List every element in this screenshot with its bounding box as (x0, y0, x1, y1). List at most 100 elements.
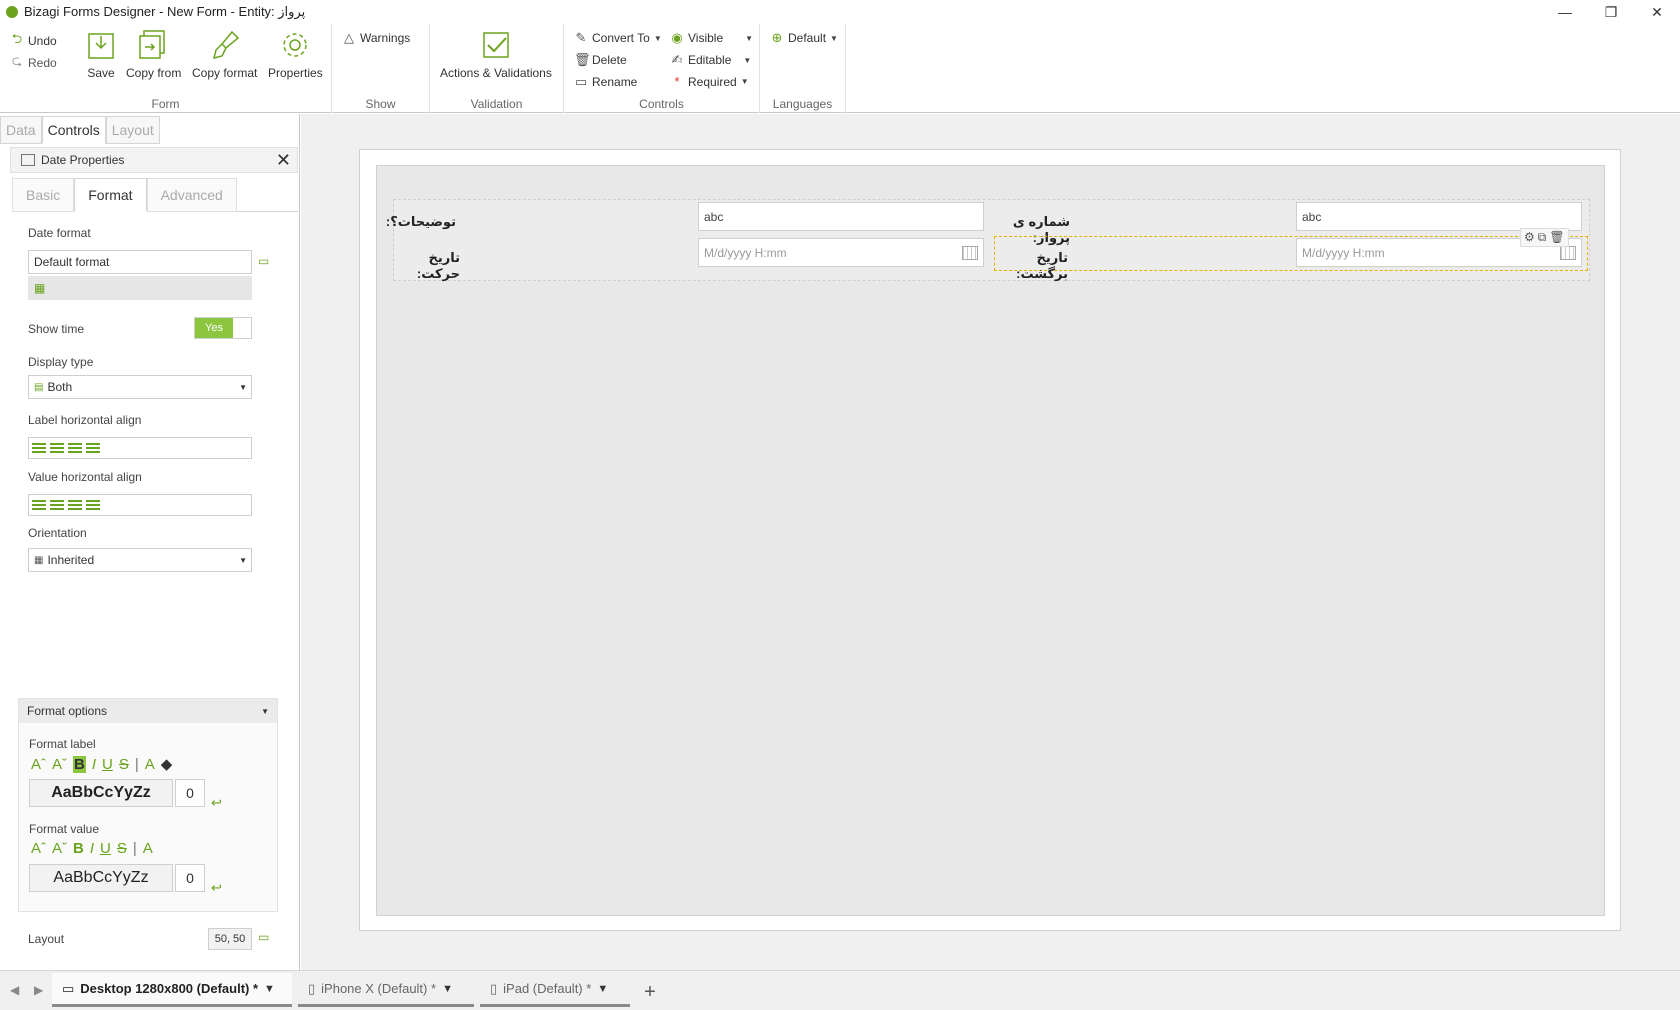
delete-button[interactable]: 🗑 Delete (574, 52, 627, 68)
align-left-icon[interactable] (32, 500, 46, 510)
actions-validations-button[interactable]: Actions & Validations (440, 28, 552, 80)
value-size-input[interactable]: 0 (175, 864, 205, 892)
form-canvas: توضیحات؟: abc شماره ی پرواز: abc تاریخ ح… (301, 114, 1680, 970)
scroll-right-icon[interactable]: ▶ (34, 983, 43, 997)
editable-button[interactable]: ✍ Editable ▼ (670, 52, 752, 68)
date-format-label: Date format (28, 226, 91, 240)
strikethrough-icon[interactable]: S (119, 756, 129, 773)
gear-icon[interactable]: ⚙ (1524, 230, 1535, 245)
show-time-toggle[interactable]: Yes (194, 317, 252, 339)
close-window-button[interactable]: ✕ (1634, 0, 1680, 24)
underline-icon[interactable]: U (102, 756, 113, 773)
align-center-icon[interactable] (50, 500, 64, 510)
value-align-label: Value horizontal align (28, 470, 142, 484)
edit-icon: ✍ (671, 52, 683, 67)
ribbon-group-validation: Actions & Validations Validation (430, 24, 564, 113)
italic-icon[interactable]: I (92, 756, 96, 773)
align-justify-icon[interactable] (86, 500, 100, 510)
align-right-icon[interactable] (68, 500, 82, 510)
bold-icon[interactable]: B (73, 755, 86, 773)
edit-layout-icon[interactable]: ▭ (258, 930, 269, 944)
ribbon-group-show: △ Warnings Show (332, 24, 430, 113)
layout-value-input[interactable]: 50, 50 (208, 928, 252, 950)
scroll-left-icon[interactable]: ◀ (10, 983, 19, 997)
field-input-description[interactable]: abc (698, 202, 984, 231)
reset-icon[interactable]: ↩ (211, 880, 222, 896)
format-options-panel: Format options ▼ Format label Aˆ Aˇ B I … (18, 698, 278, 912)
ribbon-group-label: Form (151, 97, 180, 111)
label-size-input[interactable]: 0 (175, 779, 205, 807)
checkmark-icon (481, 28, 511, 62)
font-color-icon[interactable]: A (145, 756, 155, 773)
date-format-input[interactable]: Default format (28, 250, 252, 274)
field-input-departure-date[interactable]: M/d/yyyy H:mm (698, 238, 984, 267)
add-device-button[interactable]: + (634, 979, 666, 1005)
calendar-icon[interactable] (1560, 246, 1576, 260)
tab-format[interactable]: Format (74, 178, 147, 212)
orientation-label: Orientation (28, 526, 87, 540)
dropdown-arrow-icon: ▼ (830, 33, 838, 43)
properties-button[interactable]: Properties (268, 28, 323, 80)
orientation-select[interactable]: ▦ Inherited ▼ (28, 548, 252, 572)
underline-icon[interactable]: U (100, 840, 111, 857)
tab-ipad[interactable]: ▯ iPad (Default) * ▼ (480, 973, 630, 1007)
undo-button[interactable]: ⮌ Undo (10, 30, 57, 52)
save-button[interactable]: Save (86, 28, 116, 80)
fill-color-icon[interactable]: ◆ (161, 755, 173, 773)
language-default-button[interactable]: ⊕ Default ▼ (770, 30, 838, 46)
italic-icon[interactable]: I (90, 840, 94, 857)
chevron-down-icon[interactable]: ▼ (264, 983, 275, 995)
chevron-down-icon[interactable]: ▼ (442, 983, 453, 995)
redo-icon: ⮎ (11, 53, 23, 68)
redo-button[interactable]: ⮎ Redo (10, 52, 57, 74)
font-color-icon[interactable]: A (143, 840, 153, 857)
tab-basic[interactable]: Basic (12, 178, 75, 212)
copy-format-button[interactable]: Copy format (192, 28, 257, 80)
close-icon[interactable]: ✕ (276, 150, 291, 171)
reset-icon[interactable]: ↩ (211, 795, 222, 811)
calendar-icon[interactable] (962, 246, 978, 260)
panel-tabs: Data Controls Layout (0, 116, 160, 144)
ribbon-group-form: ⮌ Undo ⮎ Redo Save Copy from Copy format (0, 24, 332, 113)
ribbon-group-controls: ✎ Convert To ▼ 🗑 Delete ▭ Rename ◉ Visib… (564, 24, 760, 113)
tab-layout[interactable]: Layout (105, 116, 160, 144)
calendar-icon (21, 154, 35, 166)
visible-button[interactable]: ◉ Visible ▼ (670, 30, 753, 46)
rename-button[interactable]: ▭ Rename (574, 74, 638, 90)
edit-format-icon[interactable]: ▭ (258, 254, 269, 268)
trash-icon[interactable]: 🗑 (1549, 230, 1564, 245)
align-justify-icon[interactable] (86, 443, 100, 453)
tab-desktop[interactable]: ▭ Desktop 1280x800 (Default) * ▼ (52, 973, 292, 1007)
font-shrink-icon[interactable]: Aˇ (52, 840, 67, 857)
convert-to-button[interactable]: ✎ Convert To ▼ (574, 30, 662, 46)
duplicate-icon[interactable]: ⧉ (1538, 230, 1547, 245)
toolbar-divider: | (132, 840, 137, 857)
tab-iphone[interactable]: ▯ iPhone X (Default) * ▼ (298, 973, 474, 1007)
field-input-flight-number[interactable]: abc (1296, 202, 1582, 231)
orientation-icon: ▦ (34, 554, 44, 566)
title-bar: Bizagi Forms Designer - New Form - Entit… (0, 0, 1680, 24)
tab-advanced[interactable]: Advanced (146, 178, 237, 212)
tab-data[interactable]: Data (0, 116, 42, 144)
align-center-icon[interactable] (50, 443, 64, 453)
font-shrink-icon[interactable]: Aˇ (52, 756, 67, 773)
copy-from-button[interactable]: Copy from (126, 28, 181, 80)
tab-controls[interactable]: Controls (41, 116, 106, 144)
display-type-select[interactable]: ▤ Both ▼ (28, 375, 252, 399)
chevron-down-icon[interactable]: ▼ (597, 983, 608, 995)
window-title: Bizagi Forms Designer - New Form - Entit… (24, 4, 306, 19)
restore-button[interactable]: ❐ (1588, 0, 1634, 24)
required-button[interactable]: * Required ▼ (670, 74, 748, 89)
layout-label: Layout (28, 932, 65, 946)
font-grow-icon[interactable]: Aˆ (31, 840, 46, 857)
warnings-button[interactable]: △ Warnings (342, 30, 410, 46)
minimize-button[interactable]: — (1542, 0, 1588, 24)
strikethrough-icon[interactable]: S (117, 840, 127, 857)
dropdown-arrow-icon: ▼ (239, 555, 247, 565)
calendar-clock-icon[interactable]: ▦ (34, 281, 45, 295)
font-grow-icon[interactable]: Aˆ (31, 756, 46, 773)
format-options-header[interactable]: Format options ▼ (19, 699, 277, 723)
align-left-icon[interactable] (32, 443, 46, 453)
bold-icon[interactable]: B (73, 840, 84, 857)
align-right-icon[interactable] (68, 443, 82, 453)
